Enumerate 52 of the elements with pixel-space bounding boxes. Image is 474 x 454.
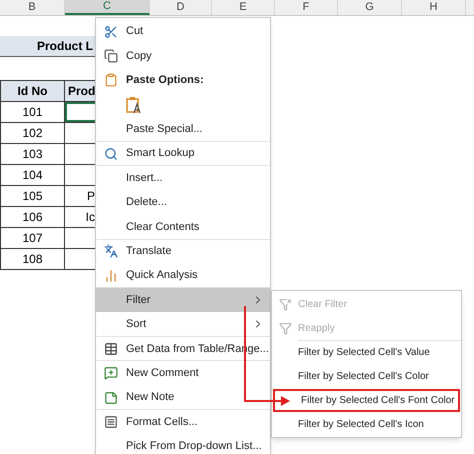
search-icon xyxy=(104,146,118,161)
submenu-item[interactable]: Filter by Selected Cell's Icon xyxy=(272,413,461,436)
menu-item[interactable]: Delete... xyxy=(96,190,270,214)
column-header[interactable]: G xyxy=(338,0,402,15)
menu-item[interactable]: Smart Lookup xyxy=(96,142,270,166)
copy-icon xyxy=(104,49,118,64)
submenu-item[interactable]: Filter by Selected Cell's Font Color xyxy=(273,389,460,412)
scissors-icon xyxy=(104,24,118,39)
column-heading: Id No xyxy=(0,81,65,101)
table-icon xyxy=(104,342,118,356)
menu-item[interactable]: Cut xyxy=(96,20,270,44)
reapply-filter-icon xyxy=(278,322,292,335)
table-cell-text: Ic xyxy=(84,209,95,226)
submenu-item[interactable]: Filter by Selected Cell's Value xyxy=(272,341,461,364)
note-icon xyxy=(104,390,118,405)
translate-icon xyxy=(104,244,118,258)
paste-values-icon[interactable] xyxy=(126,96,142,114)
menu-heading: Paste Options: xyxy=(126,73,204,88)
submenu-item[interactable]: Filter by Selected Cell's Color xyxy=(272,365,461,388)
menu-item[interactable]: Translate xyxy=(96,240,270,263)
menu-item[interactable]: Clear Contents xyxy=(96,215,270,239)
clear-filter-icon xyxy=(278,298,292,311)
table-cell: 104 xyxy=(0,165,65,185)
menu-item[interactable]: New Note xyxy=(96,386,270,410)
menu-item[interactable]: Sort xyxy=(96,312,270,336)
comment-icon xyxy=(104,366,118,380)
table-cell-text: P xyxy=(86,188,95,205)
format-icon xyxy=(104,414,118,429)
clipboard-icon xyxy=(104,73,118,88)
table-cell: 102 xyxy=(0,123,65,143)
table-cell: 105 xyxy=(0,186,65,206)
column-header[interactable]: H xyxy=(402,0,466,15)
column-heading: Prod xyxy=(67,83,95,100)
menu-item[interactable]: Filter xyxy=(96,288,270,312)
menu-item[interactable]: Insert... xyxy=(96,166,270,190)
column-header[interactable]: E xyxy=(212,0,275,15)
column-header[interactable]: C xyxy=(65,0,150,15)
column-header[interactable]: D xyxy=(150,0,212,15)
menu-item[interactable]: Pick From Drop-down List... xyxy=(96,434,270,454)
menu-item[interactable]: New Comment xyxy=(96,361,270,385)
menu-item[interactable]: Paste Special... xyxy=(96,118,270,141)
menu-item[interactable]: Format Cells... xyxy=(96,410,270,434)
chart-icon xyxy=(104,268,118,283)
table-cell: 106 xyxy=(0,207,65,227)
table-cell: 108 xyxy=(0,249,65,269)
table-title: Product L xyxy=(37,38,94,55)
table-cell: 103 xyxy=(0,144,65,164)
table-cell: 107 xyxy=(0,228,65,248)
column-header[interactable]: F xyxy=(275,0,338,15)
menu-item[interactable]: Copy xyxy=(96,44,270,68)
table-cell: 101 xyxy=(0,102,65,122)
menu-item[interactable]: Quick Analysis xyxy=(96,264,270,288)
